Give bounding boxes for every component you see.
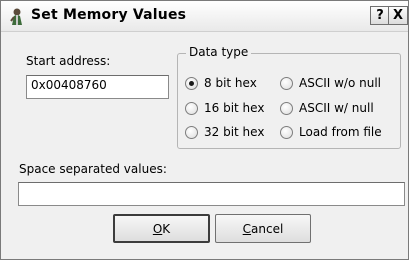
radio-button xyxy=(280,125,293,139)
radio-button-checked xyxy=(185,76,198,90)
radio-label: Load from file xyxy=(299,125,382,139)
cancel-button[interactable]: Cancel xyxy=(215,214,311,243)
radio-8-bit-hex[interactable]: 8 bit hex xyxy=(185,76,257,90)
ok-button[interactable]: OK xyxy=(113,214,210,243)
values-input[interactable] xyxy=(18,182,405,206)
radio-ascii-with-null[interactable]: ASCII w/ null xyxy=(280,101,374,115)
cancel-mnemonic: C xyxy=(242,221,252,236)
start-address-input[interactable]: 0x00408760 xyxy=(26,75,169,99)
radio-32-bit-hex[interactable]: 32 bit hex xyxy=(185,125,264,139)
help-icon: ? xyxy=(376,8,384,23)
radio-label: 32 bit hex xyxy=(204,125,265,139)
set-memory-values-dialog: Set Memory Values ? X Start address: 0x0… xyxy=(0,0,409,260)
radio-button xyxy=(280,101,293,115)
app-icon xyxy=(10,8,22,25)
ok-mnemonic: O xyxy=(152,221,163,236)
radio-load-from-file[interactable]: Load from file xyxy=(280,125,382,139)
cancel-label-rest: ancel xyxy=(251,221,284,236)
radio-label: 16 bit hex xyxy=(204,101,265,115)
help-button[interactable]: ? xyxy=(370,6,390,25)
data-type-legend: Data type xyxy=(186,45,252,59)
close-icon: X xyxy=(392,8,404,23)
start-address-label: Start address: xyxy=(26,54,111,68)
radio-button xyxy=(185,101,198,115)
radio-16-bit-hex[interactable]: 16 bit hex xyxy=(185,101,264,115)
radio-label: 8 bit hex xyxy=(204,76,257,90)
radio-label: ASCII w/ null xyxy=(299,101,374,115)
close-button[interactable]: X xyxy=(388,6,408,25)
dialog-title: Set Memory Values xyxy=(31,7,187,23)
radio-ascii-without-null[interactable]: ASCII w/o null xyxy=(280,76,381,90)
values-label: Space separated values: xyxy=(19,162,167,176)
radio-button xyxy=(280,76,293,90)
title-bar: Set Memory Values ? X xyxy=(1,1,408,32)
ok-label-rest: K xyxy=(162,221,171,236)
radio-label: ASCII w/o null xyxy=(299,76,381,90)
radio-button xyxy=(185,125,198,139)
